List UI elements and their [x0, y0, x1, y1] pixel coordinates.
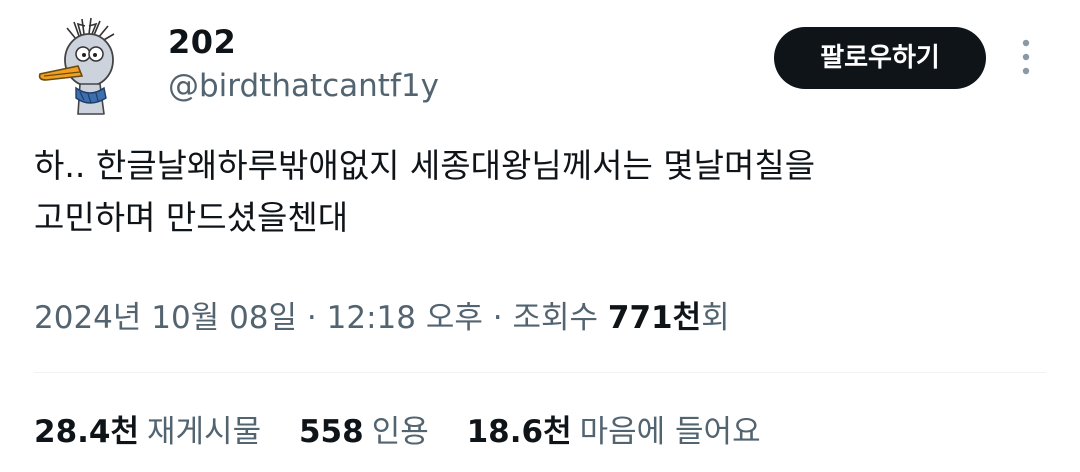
follow-button[interactable]: 팔로우하기	[774, 27, 986, 89]
views-label: 조회수	[512, 300, 599, 336]
more-vertical-icon[interactable]	[1014, 36, 1038, 78]
cartoon-bird-avatar-icon	[38, 17, 115, 115]
likes-stat[interactable]: 18.6천 마음에 들어요	[467, 408, 761, 456]
reposts-stat[interactable]: 28.4천 재게시물	[34, 408, 261, 456]
views-count[interactable]: 771천	[608, 300, 701, 336]
reposts-label: 재게시물	[147, 414, 262, 450]
display-name[interactable]: 202	[168, 22, 236, 62]
tweet-time[interactable]: 12:18 오후	[327, 300, 483, 336]
quotes-stat[interactable]: 558 인용	[299, 408, 429, 456]
likes-count: 18.6천	[466, 414, 572, 450]
tweet-card: 202 @birdthatcantf1y 팔로우하기 하.. 한글날왜하루밖애없…	[0, 0, 1080, 472]
quotes-label: 인용	[371, 414, 429, 450]
engagement-stats: 28.4천 재게시물 558 인용 18.6천 마음에 들어요	[34, 408, 789, 456]
reposts-count: 28.4천	[34, 414, 140, 450]
views-suffix: 회	[701, 300, 730, 336]
likes-label: 마음에 들어요	[579, 414, 761, 450]
avatar[interactable]	[34, 14, 138, 118]
meta-separator: ·	[492, 300, 503, 336]
tweet-meta: 2024년 10월 08일 · 12:18 오후 · 조회수 771천회	[34, 294, 730, 342]
meta-separator: ·	[306, 300, 317, 336]
tweet-date[interactable]: 2024년 10월 08일	[34, 300, 297, 336]
quotes-count: 558	[298, 414, 364, 450]
tweet-text: 하.. 한글날왜하루밖애없지 세종대왕님께서는 몇날며칠을 고민하며 만드셨을첸…	[34, 146, 816, 237]
divider	[34, 372, 1046, 373]
user-handle[interactable]: @birdthatcantf1y	[168, 66, 439, 106]
